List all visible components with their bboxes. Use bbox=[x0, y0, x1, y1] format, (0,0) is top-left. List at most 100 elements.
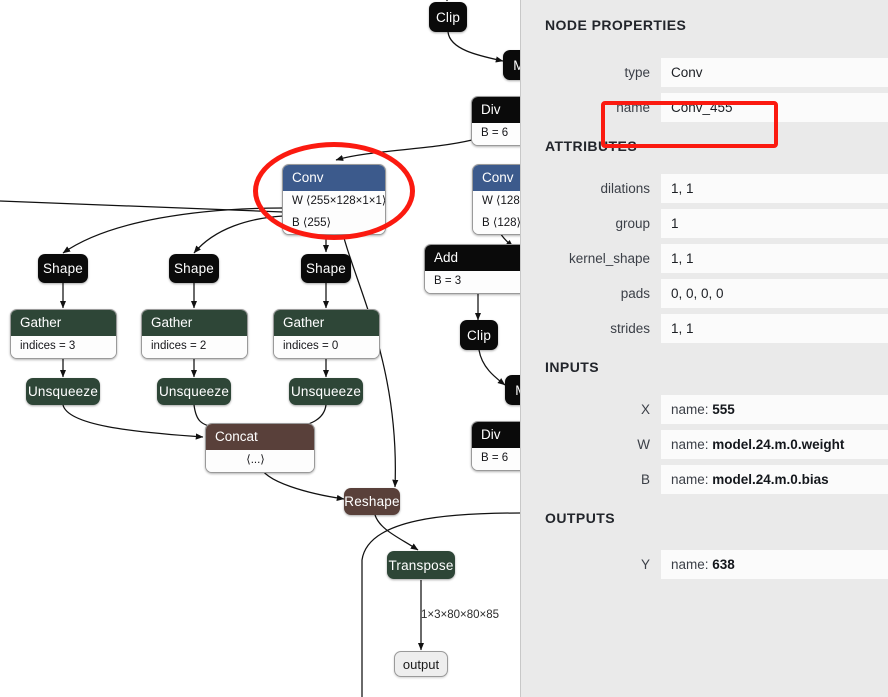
node-attr: B = 6 bbox=[481, 452, 509, 464]
node-attr: B = 6 bbox=[481, 127, 509, 139]
attribute-label: pads bbox=[620, 286, 650, 301]
node-body: B = 6 bbox=[472, 448, 520, 470]
attribute-row-pads[interactable]: pads 0, 0, 0, 0 bbox=[521, 279, 888, 308]
node-body: B = 6 bbox=[472, 123, 520, 145]
graph-node-shape-2[interactable]: Shape bbox=[169, 254, 219, 283]
graph-node-unsqueeze-2[interactable]: Unsqueeze bbox=[157, 378, 231, 405]
graph-node-conv-selected[interactable]: Conv W ⟨255×128×1×1⟩ B ⟨255⟩ bbox=[282, 164, 386, 236]
node-attr: indices = 3 bbox=[20, 340, 76, 352]
section-title-node-properties: NODE PROPERTIES bbox=[545, 17, 687, 33]
node-title: Shape bbox=[42, 261, 84, 276]
output-name-value: 638 bbox=[712, 557, 735, 572]
node-title: Shape bbox=[173, 261, 215, 276]
graph-node-conv-right[interactable]: Conv W ⟨128× B ⟨128⟩ bbox=[472, 164, 520, 236]
node-attr: indices = 2 bbox=[151, 340, 207, 352]
node-title: Shape bbox=[305, 261, 347, 276]
node-body: B = 3 bbox=[425, 271, 520, 293]
input-name-prefix: name: bbox=[671, 402, 713, 417]
output-value: name: 638 bbox=[661, 550, 888, 579]
node-title: Transpose bbox=[388, 557, 454, 573]
graph-node-div-top[interactable]: Div B = 6 bbox=[471, 96, 520, 146]
node-header: Concat bbox=[206, 424, 314, 450]
node-header: Conv bbox=[283, 165, 385, 191]
attribute-label: strides bbox=[610, 321, 650, 336]
node-header: Gather bbox=[274, 310, 379, 336]
section-title-attributes: ATTRIBUTES bbox=[545, 138, 638, 154]
node-title: Unsqueeze bbox=[290, 384, 362, 399]
node-header: Gather bbox=[142, 310, 247, 336]
input-row-b[interactable]: B name: model.24.m.0.bias bbox=[521, 465, 888, 494]
edge-label-tensor-shape: 1×3×80×80×85 bbox=[421, 609, 500, 621]
input-name-prefix: name: bbox=[671, 437, 713, 452]
graph-node-clip-top[interactable]: Clip bbox=[429, 2, 467, 32]
input-name-prefix: name: bbox=[671, 472, 713, 487]
node-body: W ⟨255×128×1×1⟩ B ⟨255⟩ bbox=[283, 191, 386, 235]
attribute-value: 1 bbox=[661, 209, 888, 238]
node-title: Clip bbox=[466, 327, 492, 343]
graph-node-concat[interactable]: Concat ⟨...⟩ bbox=[205, 423, 315, 473]
input-label: X bbox=[640, 402, 650, 417]
node-title: output bbox=[402, 656, 440, 672]
graph-node-mul-top[interactable]: M bbox=[503, 50, 520, 80]
input-label: W bbox=[637, 437, 650, 452]
attribute-row-strides[interactable]: strides 1, 1 bbox=[521, 314, 888, 343]
node-header: Conv bbox=[473, 165, 520, 191]
node-body: indices = 3 bbox=[11, 336, 116, 358]
node-header: Add bbox=[425, 245, 520, 271]
property-value: Conv bbox=[661, 58, 888, 87]
node-attr-b: B ⟨128⟩ bbox=[482, 216, 520, 229]
attribute-value: 0, 0, 0, 0 bbox=[661, 279, 888, 308]
attribute-row-dilations[interactable]: dilations 1, 1 bbox=[521, 174, 888, 203]
node-header: Gather bbox=[11, 310, 116, 336]
graph-node-shape-3[interactable]: Shape bbox=[301, 254, 351, 283]
input-row-x[interactable]: X name: 555 bbox=[521, 395, 888, 424]
node-attr: B = 3 bbox=[434, 275, 462, 287]
node-title: Clip bbox=[435, 9, 461, 25]
node-title: Reshape bbox=[344, 494, 400, 509]
graph-node-unsqueeze-3[interactable]: Unsqueeze bbox=[289, 378, 363, 405]
node-properties-panel: NODE PROPERTIES type Conv name Conv_455 … bbox=[520, 0, 888, 697]
input-name-value: 555 bbox=[712, 402, 735, 417]
node-attr-w: W ⟨128× bbox=[482, 195, 520, 207]
input-row-w[interactable]: W name: model.24.m.0.weight bbox=[521, 430, 888, 459]
node-attr-b: B ⟨255⟩ bbox=[292, 216, 332, 229]
graph-node-unsqueeze-1[interactable]: Unsqueeze bbox=[26, 378, 100, 405]
node-title: Unsqueeze bbox=[27, 384, 99, 399]
node-title: Unsqueeze bbox=[158, 384, 230, 399]
node-header: Div bbox=[472, 422, 520, 448]
graph-node-clip-mid[interactable]: Clip bbox=[460, 320, 498, 350]
graph-node-gather-2[interactable]: Gather indices = 2 bbox=[141, 309, 248, 359]
node-attr: ⟨...⟩ bbox=[246, 454, 265, 466]
node-attr-w: W ⟨255×128×1×1⟩ bbox=[292, 195, 386, 207]
property-label: type bbox=[624, 65, 650, 80]
attribute-row-kernel-shape[interactable]: kernel_shape 1, 1 bbox=[521, 244, 888, 273]
graph-node-div-mid[interactable]: Div B = 6 bbox=[471, 421, 520, 471]
output-row-y[interactable]: Y name: 638 bbox=[521, 550, 888, 579]
graph-node-gather-3[interactable]: Gather indices = 0 bbox=[273, 309, 380, 359]
input-label: B bbox=[640, 472, 650, 487]
node-attr: indices = 0 bbox=[283, 340, 339, 352]
output-name-prefix: name: bbox=[671, 557, 713, 572]
property-value: Conv_455 bbox=[661, 93, 888, 122]
node-header: Div bbox=[472, 97, 520, 123]
input-name-value: model.24.m.0.weight bbox=[712, 437, 845, 452]
property-row-name[interactable]: name Conv_455 bbox=[521, 93, 888, 122]
node-body: indices = 0 bbox=[274, 336, 379, 358]
graph-node-reshape[interactable]: Reshape bbox=[344, 488, 400, 515]
graph-node-mul-mid[interactable]: M bbox=[505, 375, 520, 405]
graph-node-transpose[interactable]: Transpose bbox=[387, 551, 455, 579]
property-row-type[interactable]: type Conv bbox=[521, 58, 888, 87]
attribute-row-group[interactable]: group 1 bbox=[521, 209, 888, 238]
attribute-value: 1, 1 bbox=[661, 244, 888, 273]
output-label: Y bbox=[640, 557, 650, 572]
graph-node-add-right[interactable]: Add B = 3 bbox=[424, 244, 520, 294]
graph-node-output[interactable]: output bbox=[394, 651, 448, 677]
graph-node-shape-1[interactable]: Shape bbox=[38, 254, 88, 283]
graph-node-gather-1[interactable]: Gather indices = 3 bbox=[10, 309, 117, 359]
property-label: name bbox=[616, 100, 650, 115]
attribute-value: 1, 1 bbox=[661, 174, 888, 203]
attribute-label: group bbox=[615, 216, 650, 231]
node-body: ⟨...⟩ bbox=[206, 450, 314, 472]
graph-canvas[interactable]: Clip M Div B = 6 Conv W ⟨255×128×1×1⟩ B … bbox=[0, 0, 520, 697]
node-title: M bbox=[513, 57, 520, 73]
